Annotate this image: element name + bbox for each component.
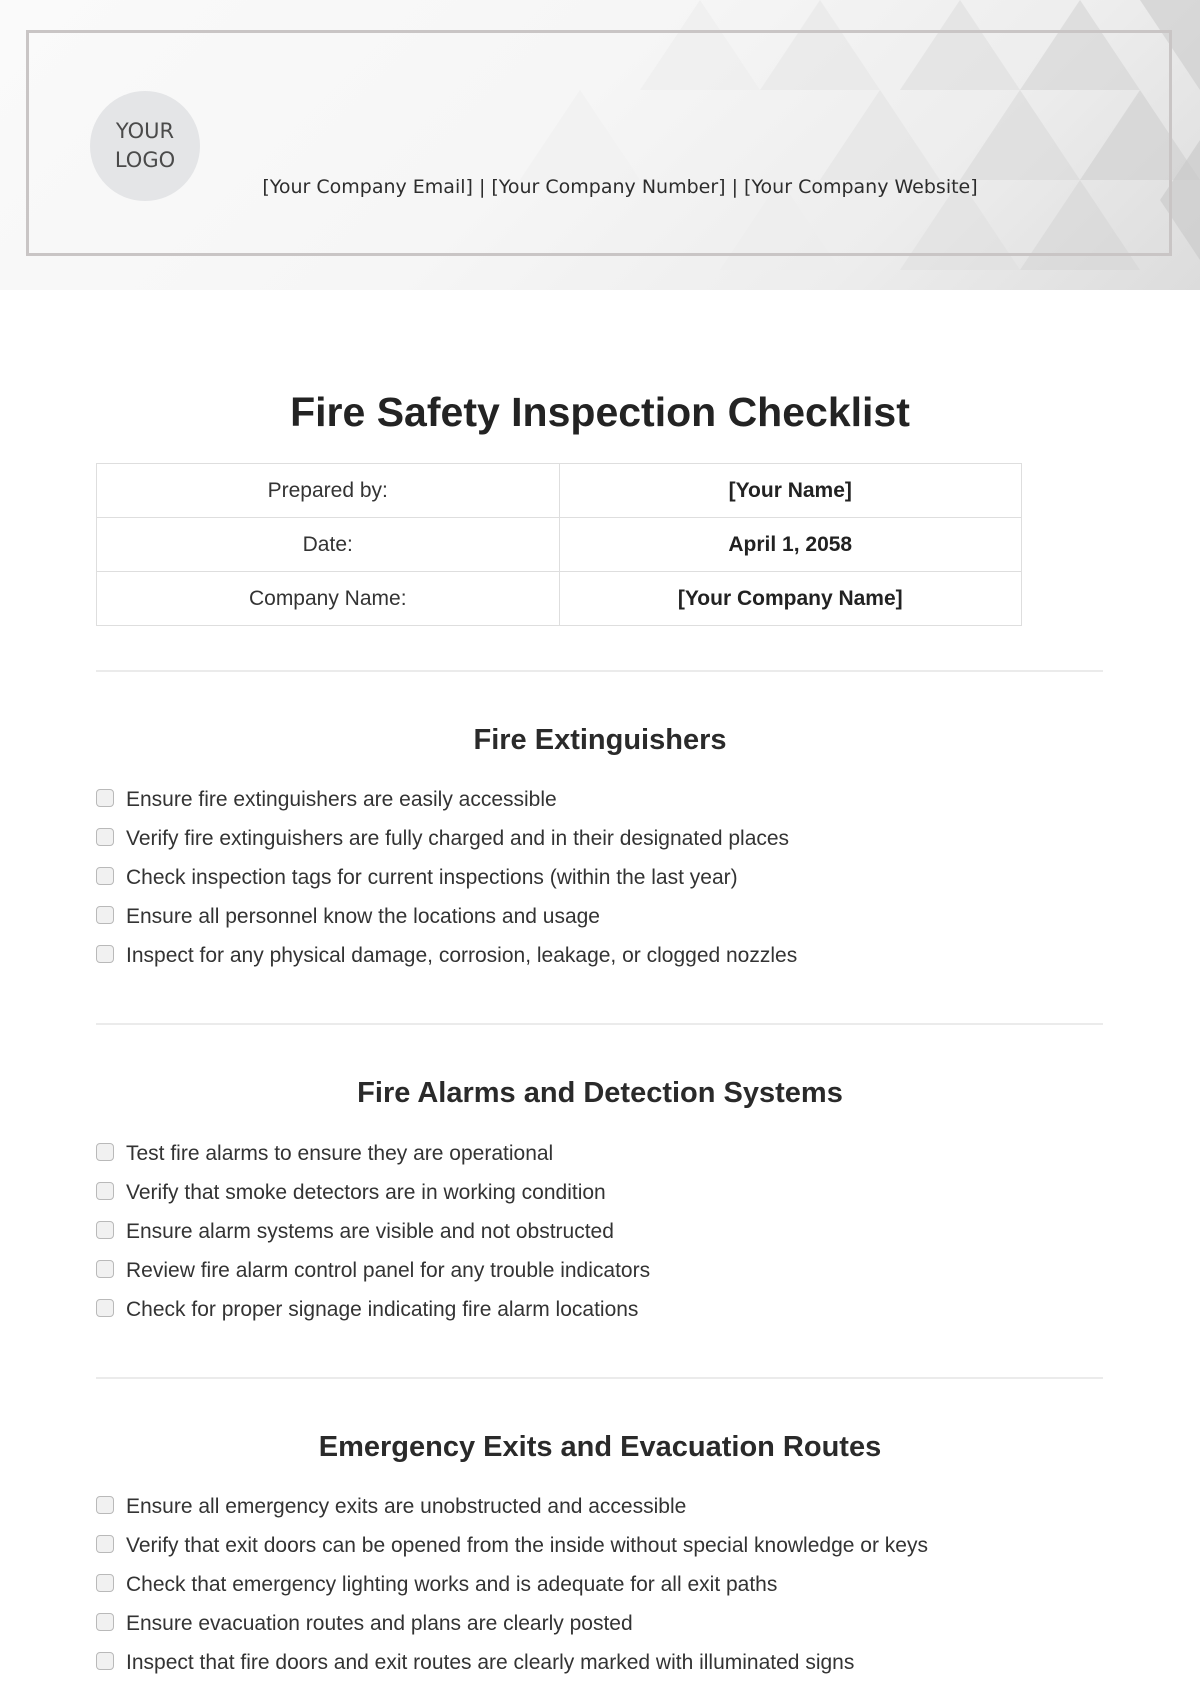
checklist-item-text: Ensure all personnel know the locations … [126,905,600,929]
checklist-item-text: Ensure evacuation routes and plans are c… [126,1612,633,1636]
checklist-item: Ensure fire extinguishers are easily acc… [96,780,797,819]
checklist-item-text: Test fire alarms to ensure they are oper… [126,1141,554,1165]
checklist-item-text: Inspect for any physical damage, corrosi… [126,944,798,968]
checkbox[interactable] [96,866,114,885]
checkbox[interactable] [96,1299,114,1318]
checklist-item-text: Check that emergency lighting works and … [126,1572,778,1596]
checklist-item: Inspect that fire doors and exit routes … [96,1644,928,1683]
section-title-fire-alarms: Fire Alarms and Detection Systems [357,1077,843,1109]
checklist-item-text: Check for proper signage indicating fire… [126,1298,639,1322]
checklist-item-text: Verify fire extinguishers are fully char… [126,826,790,850]
checkbox[interactable] [96,788,114,807]
header-banner: YOUR LOGO [Your Company Email] | [Your C… [0,0,1200,290]
section-divider [96,670,1103,672]
checklist-emergency-exits: Ensure all emergency exits are unobstruc… [96,1487,928,1683]
document-title: Fire Safety Inspection Checklist [290,389,910,435]
info-label: Company Name: [96,571,560,626]
info-value: April 1, 2058 [558,517,1022,572]
info-row-prepared-by: Prepared by: [Your Name] [96,463,1022,518]
info-value: [Your Name] [558,463,1022,518]
checklist-item-text: Verify that exit doors can be opened fro… [126,1533,928,1557]
checklist-item: Verify that exit doors can be opened fro… [96,1526,928,1565]
company-contact-line: [Your Company Email] | [Your Company Num… [262,176,978,198]
checkbox[interactable] [96,1142,114,1161]
checkbox[interactable] [96,1495,114,1514]
checkbox[interactable] [96,906,114,925]
section-title-fire-extinguishers: Fire Extinguishers [473,724,727,756]
checklist-item: Ensure all personnel know the locations … [96,898,797,937]
checklist-item-text: Inspect that fire doors and exit routes … [126,1651,855,1675]
checklist-item: Verify fire extinguishers are fully char… [96,819,797,858]
checklist-item: Ensure evacuation routes and plans are c… [96,1605,928,1644]
checklist-item: Check for proper signage indicating fire… [96,1291,650,1330]
info-row-company-name: Company Name: [Your Company Name] [96,571,1022,626]
checkbox[interactable] [96,1613,114,1632]
checklist-item-text: Verify that smoke detectors are in worki… [126,1180,606,1204]
checkbox[interactable] [96,1260,114,1279]
checkbox[interactable] [96,1652,114,1671]
section-divider [96,1023,1103,1025]
checkbox[interactable] [96,827,114,846]
checkbox[interactable] [96,1220,114,1239]
checklist-item: Ensure all emergency exits are unobstruc… [96,1487,928,1526]
info-label: Prepared by: [96,463,560,518]
checklist-item: Review fire alarm control panel for any … [96,1252,650,1291]
info-value: [Your Company Name] [558,571,1022,626]
checklist-item: Inspect for any physical damage, corrosi… [96,937,797,976]
checklist-item: Test fire alarms to ensure they are oper… [96,1134,650,1173]
checkbox[interactable] [96,945,114,964]
info-label: Date: [96,517,560,572]
checklist-item-text: Ensure fire extinguishers are easily acc… [126,787,557,811]
document-info-table: Prepared by: [Your Name] Date: April 1, … [96,463,1022,626]
checklist-item: Check inspection tags for current inspec… [96,858,797,897]
checklist-fire-alarms: Test fire alarms to ensure they are oper… [96,1134,650,1330]
section-title-emergency-exits: Emergency Exits and Evacuation Routes [318,1431,882,1463]
checkbox[interactable] [96,1534,114,1553]
checklist-fire-extinguishers: Ensure fire extinguishers are easily acc… [96,780,797,976]
section-divider [96,1377,1103,1379]
checklist-item: Check that emergency lighting works and … [96,1565,928,1604]
checklist-item-text: Ensure alarm systems are visible and not… [126,1219,614,1243]
info-row-date: Date: April 1, 2058 [96,517,1022,572]
checkbox[interactable] [96,1573,114,1592]
checklist-item: Ensure alarm systems are visible and not… [96,1212,650,1251]
checklist-item-text: Review fire alarm control panel for any … [126,1259,651,1283]
checkbox[interactable] [96,1181,114,1200]
checklist-item-text: Ensure all emergency exits are unobstruc… [126,1494,687,1518]
checklist-item: Verify that smoke detectors are in worki… [96,1173,650,1212]
checklist-item-text: Check inspection tags for current inspec… [126,865,738,889]
